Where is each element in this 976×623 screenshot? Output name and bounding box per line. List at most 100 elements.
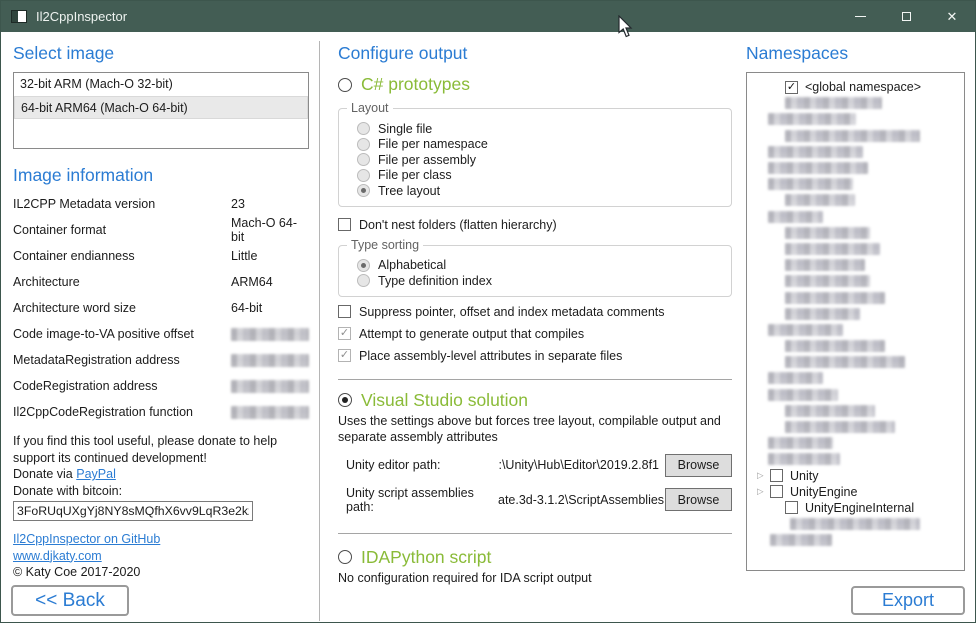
namespace-checkbox[interactable]: ✓ xyxy=(785,81,798,94)
layout-option-label: Tree layout xyxy=(378,184,440,198)
redacted-namespace xyxy=(768,162,868,174)
layout-group-title: Layout xyxy=(347,101,393,115)
layout-option-label: File per namespace xyxy=(378,137,488,151)
idapython-option[interactable]: IDAPython script xyxy=(338,547,732,568)
type-sorting-option[interactable]: Type definition index xyxy=(357,273,721,289)
layout-option[interactable]: Single file xyxy=(357,121,721,137)
maximize-button[interactable] xyxy=(883,1,929,32)
export-button[interactable]: Export xyxy=(851,586,965,615)
namespace-row[interactable]: ▷ ✓ xyxy=(747,289,964,305)
layout-option[interactable]: File per assembly xyxy=(357,152,721,168)
back-button[interactable]: << Back xyxy=(11,585,129,616)
namespace-row[interactable]: ▷ ✓ xyxy=(747,241,964,257)
info-label: MetadataRegistration address xyxy=(13,353,231,367)
radio-icon[interactable] xyxy=(357,169,370,182)
namespace-checkbox[interactable]: ✓ xyxy=(770,469,783,482)
visual-studio-radio[interactable] xyxy=(338,393,352,407)
redacted-namespace xyxy=(785,356,905,368)
radio-icon[interactable] xyxy=(357,184,370,197)
namespace-row[interactable]: ▷ ✓ <global namespace> xyxy=(747,79,964,95)
info-label: Code image-to-VA positive offset xyxy=(13,327,231,341)
close-button[interactable]: ✕ xyxy=(929,1,975,32)
layout-option[interactable]: File per namespace xyxy=(357,137,721,153)
donate-paypal-line: Donate via PayPal xyxy=(13,466,309,483)
option-checkbox[interactable]: ✓ xyxy=(338,305,351,318)
namespace-row[interactable]: ▷ ✓ xyxy=(747,111,964,127)
type-sorting-group: Type sorting Alphabetical Type definitio… xyxy=(338,245,732,297)
unity-editor-path-label: Unity editor path: xyxy=(346,458,498,472)
namespace-row[interactable]: ▷ ✓ xyxy=(747,95,964,111)
namespace-row[interactable]: ▷ ✓ xyxy=(747,419,964,435)
csharp-prototypes-option[interactable]: C# prototypes xyxy=(338,74,732,95)
namespace-row[interactable]: ▷ ✓ xyxy=(747,354,964,370)
radio-icon[interactable] xyxy=(357,153,370,166)
namespace-row[interactable]: ▷ ✓ xyxy=(747,338,964,354)
info-value: Mach-O 64-bit xyxy=(231,216,309,244)
namespaces-heading: Namespaces xyxy=(746,43,965,64)
redacted-namespace xyxy=(768,113,856,125)
paypal-link[interactable]: PayPal xyxy=(76,467,116,481)
namespace-row[interactable]: ▷ ✓ xyxy=(747,322,964,338)
expand-arrow-icon[interactable]: ▷ xyxy=(755,470,770,481)
bitcoin-address-input[interactable] xyxy=(13,501,253,521)
info-label: Container endianness xyxy=(13,249,231,263)
namespace-row[interactable]: ▷ ✓ xyxy=(747,435,964,451)
image-list-item[interactable]: 64-bit ARM64 (Mach-O 64-bit) xyxy=(14,96,308,119)
namespace-row[interactable]: ▷ ✓ UnityEngine xyxy=(747,484,964,500)
expand-arrow-icon[interactable]: ▷ xyxy=(755,486,770,497)
idapython-radio[interactable] xyxy=(338,550,352,564)
visual-studio-option[interactable]: Visual Studio solution xyxy=(338,390,732,411)
namespace-row[interactable]: ▷ ✓ xyxy=(747,387,964,403)
unity-script-browse-button[interactable]: Browse xyxy=(665,488,732,511)
image-listbox[interactable]: 32-bit ARM (Mach-O 32-bit) 64-bit ARM64 … xyxy=(13,72,309,149)
website-link[interactable]: www.djkaty.com xyxy=(13,548,102,565)
namespace-row[interactable]: ▷ ✓ xyxy=(747,532,964,548)
namespace-row[interactable]: ▷ ✓ xyxy=(747,516,964,532)
section-separator xyxy=(338,533,732,534)
namespace-row[interactable]: ▷ ✓ xyxy=(747,306,964,322)
namespace-row[interactable]: ▷ ✓ xyxy=(747,403,964,419)
layout-option[interactable]: File per class xyxy=(357,168,721,184)
layout-option[interactable]: Tree layout xyxy=(357,183,721,199)
option-checkbox-row[interactable]: ✓ Attempt to generate output that compil… xyxy=(338,327,732,341)
donate-block: If you find this tool useful, please don… xyxy=(13,433,309,521)
namespace-row[interactable]: ▷ ✓ xyxy=(747,451,964,467)
namespace-row[interactable]: ▷ ✓ xyxy=(747,257,964,273)
unity-editor-browse-button[interactable]: Browse xyxy=(665,454,732,477)
github-link[interactable]: Il2CppInspector on GitHub xyxy=(13,531,160,548)
namespace-checkbox[interactable]: ✓ xyxy=(785,501,798,514)
redacted-namespace xyxy=(785,405,875,417)
namespaces-panel: Namespaces ▷ ✓ <global namespace> ▷ ✓ xyxy=(746,43,965,571)
option-checkbox-row[interactable]: ✓ Place assembly-level attributes in sep… xyxy=(338,349,732,363)
titlebar: Il2CppInspector ✕ xyxy=(1,1,975,32)
namespace-row[interactable]: ▷ ✓ xyxy=(747,160,964,176)
option-checkbox[interactable]: ✓ xyxy=(338,349,351,362)
minimize-button[interactable] xyxy=(837,1,883,32)
namespaces-tree[interactable]: ▷ ✓ <global namespace> ▷ ✓ ▷ ✓ xyxy=(746,72,965,571)
redacted-namespace xyxy=(785,259,865,271)
namespace-row[interactable]: ▷ ✓ xyxy=(747,192,964,208)
namespace-checkbox[interactable]: ✓ xyxy=(770,485,783,498)
namespace-row[interactable]: ▷ ✓ xyxy=(747,128,964,144)
donate-text: If you find this tool useful, please don… xyxy=(13,433,309,466)
namespace-row[interactable]: ▷ ✓ xyxy=(747,176,964,192)
radio-icon[interactable] xyxy=(357,138,370,151)
image-list-item[interactable]: 32-bit ARM (Mach-O 32-bit) xyxy=(14,73,308,96)
radio-icon[interactable] xyxy=(357,122,370,135)
namespace-row[interactable]: ▷ ✓ UnityEngineInternal xyxy=(747,500,964,516)
radio-icon[interactable] xyxy=(357,274,370,287)
namespace-row[interactable]: ▷ ✓ xyxy=(747,209,964,225)
namespace-row[interactable]: ▷ ✓ xyxy=(747,370,964,386)
namespace-row[interactable]: ▷ ✓ xyxy=(747,144,964,160)
namespace-row[interactable]: ▷ ✓ xyxy=(747,273,964,289)
namespace-row[interactable]: ▷ ✓ Unity xyxy=(747,468,964,484)
option-checkbox-row[interactable]: ✓ Suppress pointer, offset and index met… xyxy=(338,305,732,319)
csharp-prototypes-radio[interactable] xyxy=(338,78,352,92)
radio-icon[interactable] xyxy=(357,259,370,272)
flatten-checkbox[interactable]: ✓ xyxy=(338,218,351,231)
flatten-checkbox-row[interactable]: ✓ Don't nest folders (flatten hierarchy) xyxy=(338,218,732,232)
redacted-namespace xyxy=(785,130,920,142)
type-sorting-option[interactable]: Alphabetical xyxy=(357,258,721,274)
option-checkbox[interactable]: ✓ xyxy=(338,327,351,340)
namespace-row[interactable]: ▷ ✓ xyxy=(747,225,964,241)
